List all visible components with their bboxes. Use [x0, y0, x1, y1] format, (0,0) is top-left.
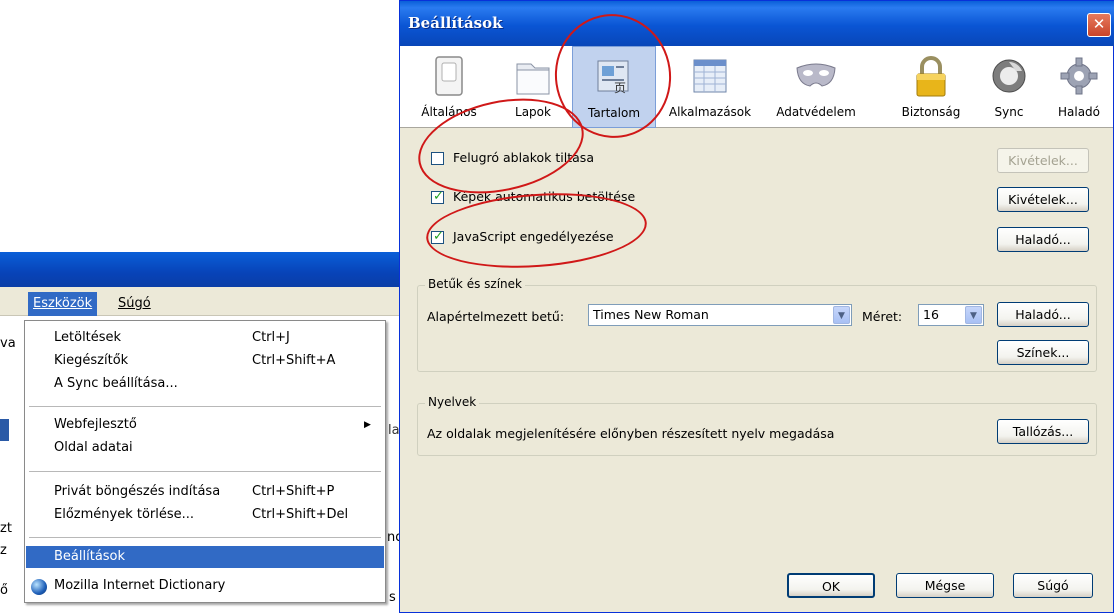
tab-applications[interactable]: Alkalmazások	[662, 46, 758, 128]
fonts-colors-group	[417, 285, 1097, 372]
menu-item-sync-setup[interactable]: A Sync beállítása...	[26, 373, 384, 395]
side-fragment: z	[0, 543, 7, 558]
fonts-colors-title: Betűk és színek	[425, 277, 525, 291]
default-font-select[interactable]: Times New Roman ▼	[588, 304, 852, 326]
tab-applications-label: Alkalmazások	[668, 105, 752, 119]
chevron-down-icon: ▼	[833, 306, 850, 324]
background-titlebar	[0, 252, 400, 287]
gear-icon	[1060, 57, 1098, 95]
menu-help[interactable]: Súgó	[118, 296, 151, 311]
side-fragment: zt	[0, 521, 12, 536]
menu-item-clear-history[interactable]: Előzmények törlése... Ctrl+Shift+Del	[26, 504, 384, 526]
tab-privacy-label: Adatvédelem	[776, 105, 856, 119]
close-button[interactable]: ✕	[1087, 13, 1111, 37]
tools-menu: Letöltések Ctrl+J Kiegészítők Ctrl+Shift+A…	[24, 320, 386, 603]
settings-dialog: Beállítások ✕ Általános Lapok 页 Tartalom…	[399, 0, 1114, 613]
default-font-label: Alapértelmezett betű:	[427, 309, 565, 324]
tab-security[interactable]: Biztonság	[890, 46, 972, 128]
tabs-icon	[516, 63, 550, 95]
menu-item-addons[interactable]: Kiegészítők Ctrl+Shift+A	[26, 350, 384, 372]
cancel-button[interactable]: Mégse	[896, 573, 994, 598]
side-fragment: va	[0, 336, 16, 351]
dialog-title: Beállítások	[408, 14, 503, 32]
sync-icon	[992, 59, 1026, 93]
side-fragment-icon	[0, 419, 9, 441]
globe-icon	[31, 579, 47, 595]
languages-title: Nyelvek	[425, 395, 480, 409]
menu-separator	[29, 537, 381, 538]
side-fragment: s	[389, 590, 396, 605]
menu-item-page-info[interactable]: Oldal adatai	[26, 437, 384, 459]
applications-icon	[693, 59, 727, 93]
dialog-titlebar: Beállítások ✕	[400, 1, 1114, 46]
submenu-arrow-icon: ▶	[364, 420, 371, 430]
tab-security-label: Biztonság	[901, 105, 961, 119]
ok-button[interactable]: OK	[787, 573, 875, 598]
menu-tools[interactable]: Eszközök	[28, 292, 98, 316]
menu-separator	[29, 471, 381, 472]
menu-item-web-developer[interactable]: Webfejlesztő ▶	[26, 414, 384, 436]
languages-description: Az oldalak megjelenítésére előnyben rész…	[427, 426, 835, 441]
images-exceptions-button[interactable]: Kivételek...	[997, 187, 1089, 212]
font-size-select[interactable]: 16 ▼	[918, 304, 984, 326]
popup-exceptions-button[interactable]: Kivételek...	[997, 148, 1089, 173]
load-images-checkbox[interactable]: ✓	[431, 189, 444, 204]
languages-browse-button[interactable]: Tallózás...	[997, 419, 1089, 444]
tab-sync-label: Sync	[994, 105, 1024, 119]
menu-item-downloads[interactable]: Letöltések Ctrl+J	[26, 327, 384, 349]
lock-icon	[916, 56, 946, 97]
tab-privacy[interactable]: Adatvédelem	[772, 46, 860, 128]
chevron-down-icon: ▼	[965, 306, 982, 324]
menu-item-private-browsing[interactable]: Privát böngészés indítása Ctrl+Shift+P	[26, 481, 384, 503]
mask-icon	[796, 63, 836, 87]
switch-icon	[435, 56, 463, 96]
tab-sync[interactable]: Sync	[980, 46, 1038, 128]
colors-button[interactable]: Színek...	[997, 340, 1089, 365]
javascript-advanced-button[interactable]: Haladó...	[997, 227, 1089, 252]
side-fragment: la	[388, 423, 400, 438]
fonts-advanced-button[interactable]: Haladó...	[997, 302, 1089, 327]
size-label: Méret:	[862, 309, 903, 324]
menu-separator	[29, 406, 381, 407]
menu-item-options[interactable]: Beállítások	[26, 546, 384, 568]
side-fragment: ő	[0, 583, 8, 598]
help-button[interactable]: Súgó	[1013, 573, 1093, 598]
menu-item-dictionary[interactable]: Mozilla Internet Dictionary	[26, 575, 384, 597]
tab-advanced-label: Haladó	[1057, 105, 1101, 119]
tab-advanced[interactable]: Haladó	[1046, 46, 1112, 128]
